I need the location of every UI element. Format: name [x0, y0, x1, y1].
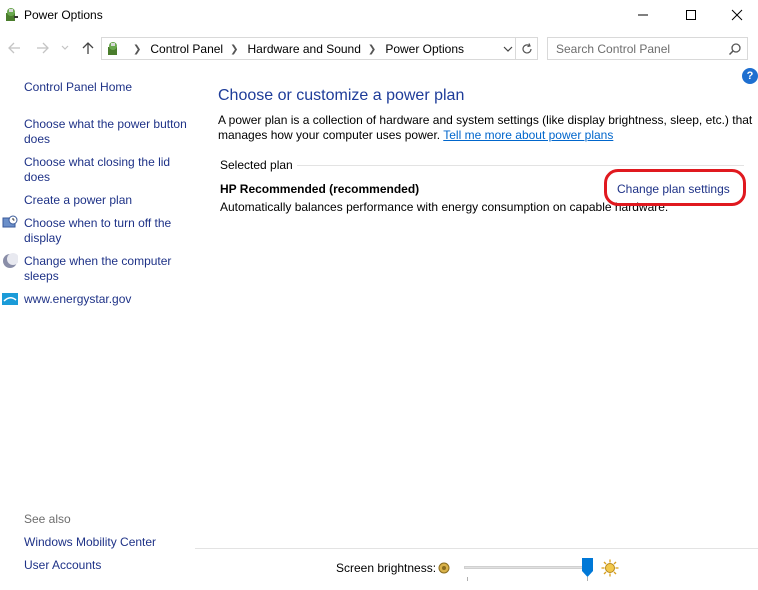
see-also-mobility-center[interactable]: Windows Mobility Center [24, 535, 156, 549]
forward-button[interactable] [34, 39, 52, 57]
title-bar: Power Options [0, 0, 758, 31]
maximize-icon [686, 10, 696, 20]
energystar-icon [2, 293, 18, 305]
brightness-slider-track[interactable] [464, 566, 592, 569]
search-placeholder: Search Control Panel [556, 42, 671, 56]
chevron-down-icon [503, 46, 513, 52]
refresh-button[interactable] [516, 37, 538, 60]
slider-tick [587, 577, 588, 581]
window-title: Power Options [24, 8, 103, 22]
slider-tick [467, 577, 468, 581]
recent-locations-button[interactable] [59, 39, 71, 57]
plan-description: Automatically balances performance with … [220, 200, 669, 214]
minimize-button[interactable] [620, 0, 666, 30]
chevron-right-icon: ❯ [133, 43, 142, 55]
address-dropdown-button[interactable] [501, 42, 515, 56]
sidebar-item-closing-lid[interactable]: Choose what closing the lid does [24, 155, 194, 185]
sidebar-item-power-button[interactable]: Choose what the power button does [24, 117, 194, 147]
sidebar-control-panel-home[interactable]: Control Panel Home [24, 80, 194, 95]
bright-sun-icon [601, 559, 619, 577]
close-button[interactable] [714, 0, 758, 30]
chevron-right-icon: ❯ [367, 43, 377, 55]
breadcrumb-hardware-and-sound[interactable]: Hardware and Sound [248, 42, 361, 56]
back-button[interactable] [5, 39, 23, 57]
control-panel-icon [108, 42, 117, 55]
chevron-right-icon: ❯ [230, 43, 239, 55]
divider [297, 165, 744, 166]
arrow-up-icon [82, 42, 94, 54]
power-options-icon [6, 8, 18, 21]
arrow-left-icon [8, 42, 20, 54]
see-also-heading: See also [24, 512, 71, 526]
close-icon [731, 9, 743, 21]
learn-more-link[interactable]: Tell me more about power plans [443, 128, 613, 142]
maximize-button[interactable] [668, 0, 714, 30]
search-input[interactable]: Search Control Panel [547, 37, 748, 60]
search-icon [728, 43, 741, 56]
sidebar-item-computer-sleeps[interactable]: Change when the computer sleeps [24, 254, 194, 284]
chevron-down-icon [61, 45, 69, 50]
display-clock-icon [2, 215, 18, 228]
navigation-bar: ❯ Control Panel ❯ Hardware and Sound ❯ P… [0, 33, 758, 63]
sidebar-item-create-plan[interactable]: Create a power plan [24, 193, 194, 208]
breadcrumb-power-options[interactable]: Power Options [385, 42, 464, 56]
brightness-slider-thumb[interactable] [582, 558, 593, 577]
help-button[interactable]: ? [742, 68, 758, 84]
moon-icon [3, 253, 18, 268]
see-also-user-accounts[interactable]: User Accounts [24, 558, 101, 572]
page-title: Choose or customize a power plan [218, 87, 465, 104]
breadcrumb: ❯ Control Panel ❯ Hardware and Sound ❯ P… [126, 42, 464, 56]
plan-name: HP Recommended (recommended) [220, 182, 420, 196]
sidebar-item-energystar[interactable]: www.energystar.gov [24, 292, 194, 307]
highlight-annotation [604, 169, 746, 206]
address-bar[interactable]: ❯ Control Panel ❯ Hardware and Sound ❯ P… [101, 37, 516, 60]
divider [195, 548, 758, 549]
selected-plan-label: Selected plan [220, 158, 293, 172]
refresh-icon [521, 42, 532, 53]
breadcrumb-control-panel[interactable]: Control Panel [150, 42, 223, 56]
sidebar-item-turn-off-display[interactable]: Choose when to turn off the display [24, 216, 194, 246]
brightness-label: Screen brightness: [336, 561, 437, 575]
dim-brightness-icon [438, 562, 450, 574]
page-description: A power plan is a collection of hardware… [218, 113, 753, 143]
up-button[interactable] [79, 39, 97, 57]
arrow-right-icon [37, 42, 49, 54]
minimize-icon [638, 14, 648, 16]
